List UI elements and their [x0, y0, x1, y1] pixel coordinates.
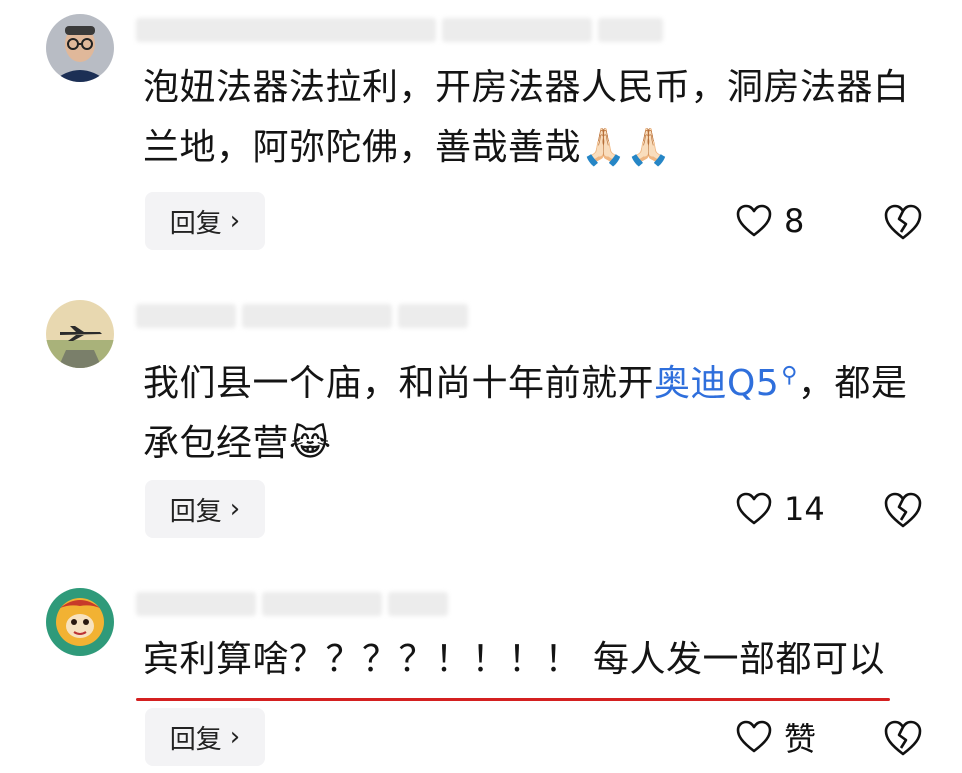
- man-with-glasses-icon: [46, 14, 114, 82]
- reply-button[interactable]: 回复 ›: [145, 480, 265, 538]
- heart-outline-icon: [736, 720, 772, 753]
- username-redacted: [136, 16, 663, 44]
- airplane-icon: [46, 300, 114, 368]
- like-button[interactable]: 14: [734, 480, 825, 538]
- user-avatar[interactable]: [46, 14, 114, 82]
- reply-button[interactable]: 回复 ›: [145, 708, 265, 766]
- chevron-right-icon: ›: [229, 206, 241, 236]
- like-count: 8: [784, 202, 805, 240]
- user-avatar[interactable]: [46, 300, 114, 368]
- comment-text: 我们县一个庙，和尚十年前就开奥迪Q5⚲，都是承包经营😹: [143, 346, 933, 474]
- comment-text: 宾利算啥？？？？！！！！ 每人发一部都可以: [143, 639, 885, 680]
- broken-heart-icon[interactable]: [881, 488, 925, 532]
- chevron-right-icon: ›: [229, 722, 241, 752]
- reply-label: 回复: [169, 496, 222, 527]
- like-button[interactable]: 赞: [734, 708, 816, 766]
- reply-label: 回复: [169, 724, 222, 755]
- heart-outline-icon: [736, 204, 772, 237]
- user-avatar[interactable]: [46, 588, 114, 656]
- reply-button[interactable]: 回复 ›: [145, 192, 265, 250]
- username-redacted: [136, 590, 448, 618]
- heart-outline-icon: [736, 492, 772, 525]
- like-count: 14: [784, 490, 825, 528]
- like-count: 赞: [784, 720, 817, 758]
- search-link[interactable]: 奥迪Q5: [654, 363, 779, 404]
- reply-label: 回复: [169, 208, 222, 239]
- highlight-underline: [136, 698, 890, 701]
- username-redacted: [136, 302, 468, 330]
- comment-text-part: 我们县一个庙，和尚十年前就开: [143, 363, 655, 404]
- monkey-king-icon: [46, 588, 114, 656]
- search-icon[interactable]: ⚲: [781, 363, 798, 388]
- chevron-right-icon: ›: [229, 494, 241, 524]
- broken-heart-icon[interactable]: [881, 716, 925, 760]
- like-button[interactable]: 8: [734, 192, 804, 250]
- comment-text: 泡妞法器法拉利，开房法器人民币，洞房法器白兰地，阿弥陀佛，善哉善哉🙏🏻🙏🏻: [143, 67, 910, 168]
- broken-heart-icon[interactable]: [881, 200, 925, 244]
